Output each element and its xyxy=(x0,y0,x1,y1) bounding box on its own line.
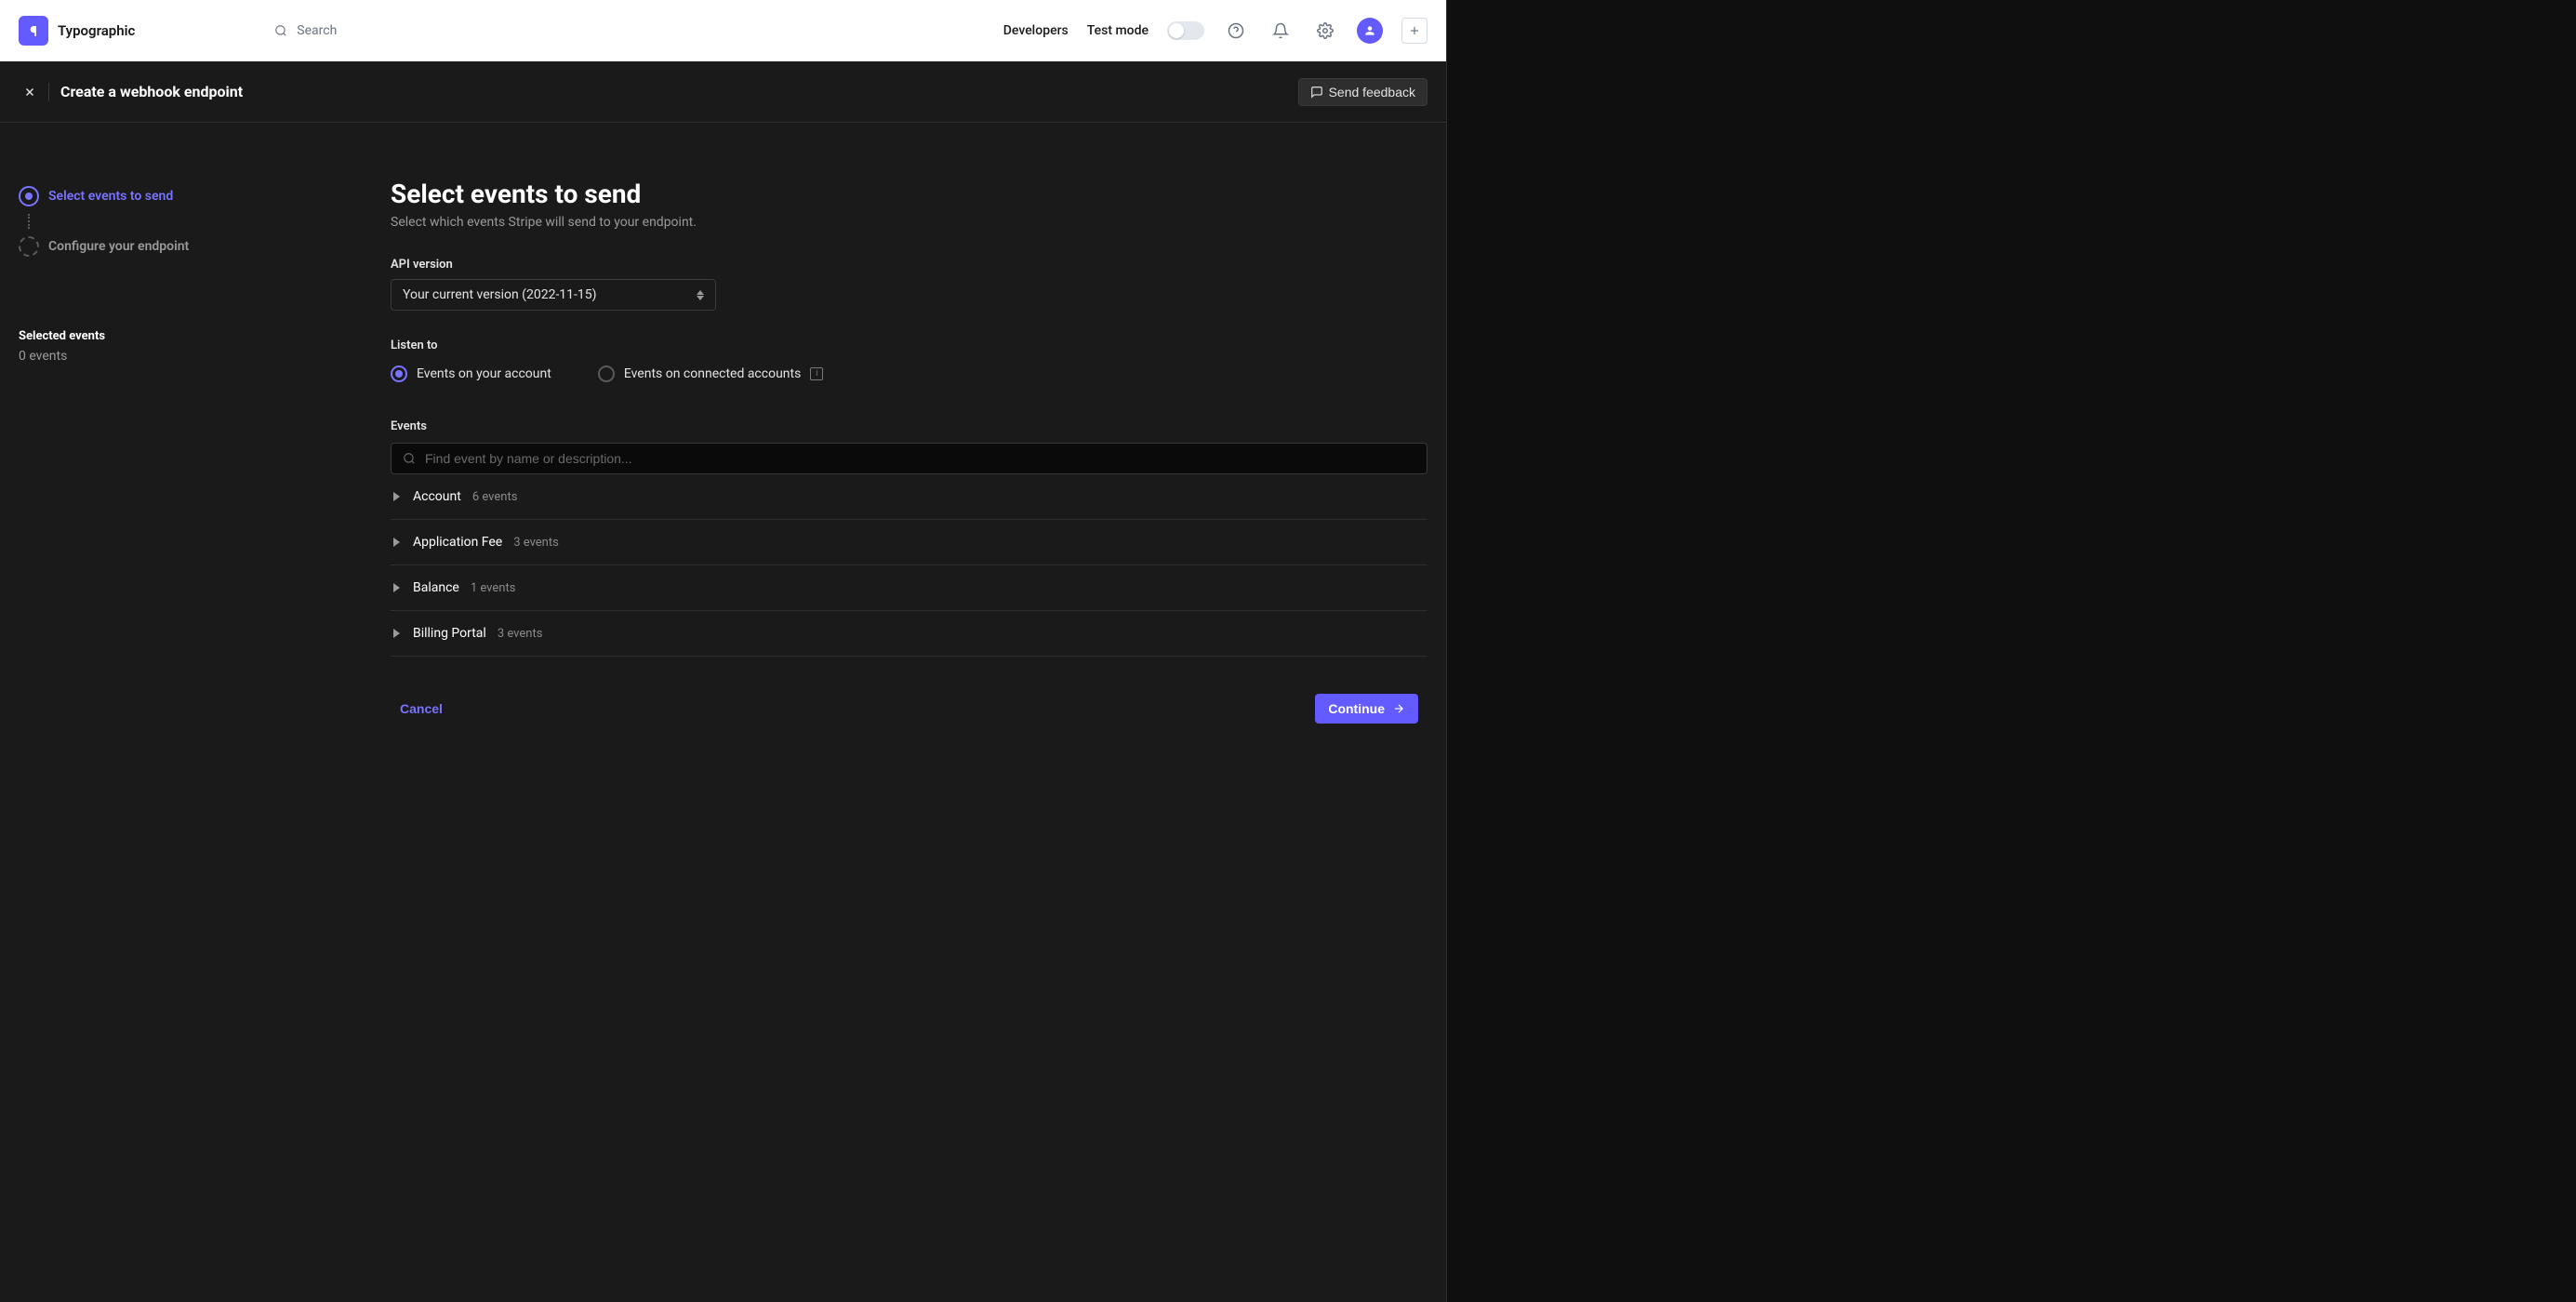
radio-label: Events on connected accounts xyxy=(624,366,802,381)
step-label: Select events to send xyxy=(48,189,173,204)
search-placeholder: Search xyxy=(297,23,337,38)
chevron-up-down-icon xyxy=(697,290,704,300)
info-icon[interactable]: i xyxy=(810,367,823,380)
right-panel xyxy=(1446,0,2576,1302)
step-configure-endpoint[interactable]: Configure your endpoint xyxy=(19,229,391,264)
main-content: Select events to send Select which event… xyxy=(391,123,1446,1302)
topbar: ¶ Typographic Search Developers Test mod… xyxy=(0,0,1446,61)
gear-icon xyxy=(1317,22,1334,39)
add-button[interactable] xyxy=(1401,18,1427,44)
bell-icon xyxy=(1272,22,1289,39)
selected-events-section: Selected events 0 events xyxy=(19,329,391,364)
help-icon xyxy=(1228,22,1244,39)
app-name: Typographic xyxy=(58,22,135,39)
event-category-application-fee[interactable]: Application Fee 3 events xyxy=(391,520,1427,565)
category-count: 3 events xyxy=(513,536,559,550)
chat-icon xyxy=(1310,86,1323,99)
test-mode-toggle[interactable] xyxy=(1167,21,1204,40)
category-name: Billing Portal xyxy=(413,626,486,641)
developers-link[interactable]: Developers xyxy=(1003,23,1069,38)
settings-button[interactable] xyxy=(1312,18,1338,44)
step-indicator-inactive xyxy=(19,236,39,257)
category-count: 1 events xyxy=(471,581,516,595)
close-icon xyxy=(23,86,36,99)
global-search[interactable]: Search xyxy=(274,23,337,38)
listen-to-label: Listen to xyxy=(391,339,1427,352)
main-title: Select events to send xyxy=(391,179,1427,209)
search-icon xyxy=(274,24,287,37)
divider xyxy=(48,83,49,101)
step-connector xyxy=(28,214,30,229)
events-search-input[interactable] xyxy=(425,451,1415,466)
step-select-events[interactable]: Select events to send xyxy=(19,179,391,214)
events-label: Events xyxy=(391,419,1427,433)
user-avatar[interactable] xyxy=(1357,18,1383,44)
search-icon xyxy=(403,452,416,465)
category-name: Balance xyxy=(413,580,459,595)
chevron-right-icon xyxy=(391,629,402,638)
category-name: Account xyxy=(413,489,461,504)
continue-button[interactable]: Continue xyxy=(1315,694,1418,724)
radio-selected-icon xyxy=(391,365,407,382)
radio-label: Events on your account xyxy=(417,366,551,381)
plus-icon xyxy=(1408,24,1421,37)
step-label: Configure your endpoint xyxy=(48,239,189,254)
chevron-right-icon xyxy=(391,492,402,501)
radio-your-account[interactable]: Events on your account xyxy=(391,365,551,382)
app-logo[interactable]: ¶ xyxy=(19,16,48,46)
selected-events-label: Selected events xyxy=(19,329,391,343)
radio-connected-accounts[interactable]: Events on connected accounts i xyxy=(598,365,824,382)
event-category-balance[interactable]: Balance 1 events xyxy=(391,565,1427,611)
step-indicator-active xyxy=(19,186,39,206)
event-category-billing-portal[interactable]: Billing Portal 3 events xyxy=(391,611,1427,657)
sidebar: Select events to send Configure your end… xyxy=(0,123,391,1302)
cancel-button[interactable]: Cancel xyxy=(391,694,452,724)
api-version-label: API version xyxy=(391,258,1427,272)
selected-events-count: 0 events xyxy=(19,349,391,364)
feedback-label: Send feedback xyxy=(1329,85,1415,100)
chevron-right-icon xyxy=(391,583,402,592)
close-button[interactable] xyxy=(19,81,41,103)
api-version-value: Your current version (2022-11-15) xyxy=(403,287,597,302)
chevron-right-icon xyxy=(391,538,402,547)
main-subtitle: Select which events Stripe will send to … xyxy=(391,215,1427,230)
event-category-account[interactable]: Account 6 events xyxy=(391,474,1427,520)
person-icon xyxy=(1363,24,1376,37)
continue-label: Continue xyxy=(1328,701,1385,716)
api-version-select[interactable]: Your current version (2022-11-15) xyxy=(391,279,716,311)
send-feedback-button[interactable]: Send feedback xyxy=(1298,78,1427,106)
category-name: Application Fee xyxy=(413,535,502,550)
events-search[interactable] xyxy=(391,443,1427,474)
page-header: Create a webhook endpoint Send feedback xyxy=(0,61,1446,123)
notifications-button[interactable] xyxy=(1268,18,1294,44)
category-count: 6 events xyxy=(472,490,518,504)
radio-unselected-icon xyxy=(598,365,615,382)
help-button[interactable] xyxy=(1223,18,1249,44)
arrow-right-icon xyxy=(1392,702,1405,715)
page-title: Create a webhook endpoint xyxy=(60,83,243,100)
test-mode-label: Test mode xyxy=(1087,23,1149,38)
category-count: 3 events xyxy=(498,627,543,641)
